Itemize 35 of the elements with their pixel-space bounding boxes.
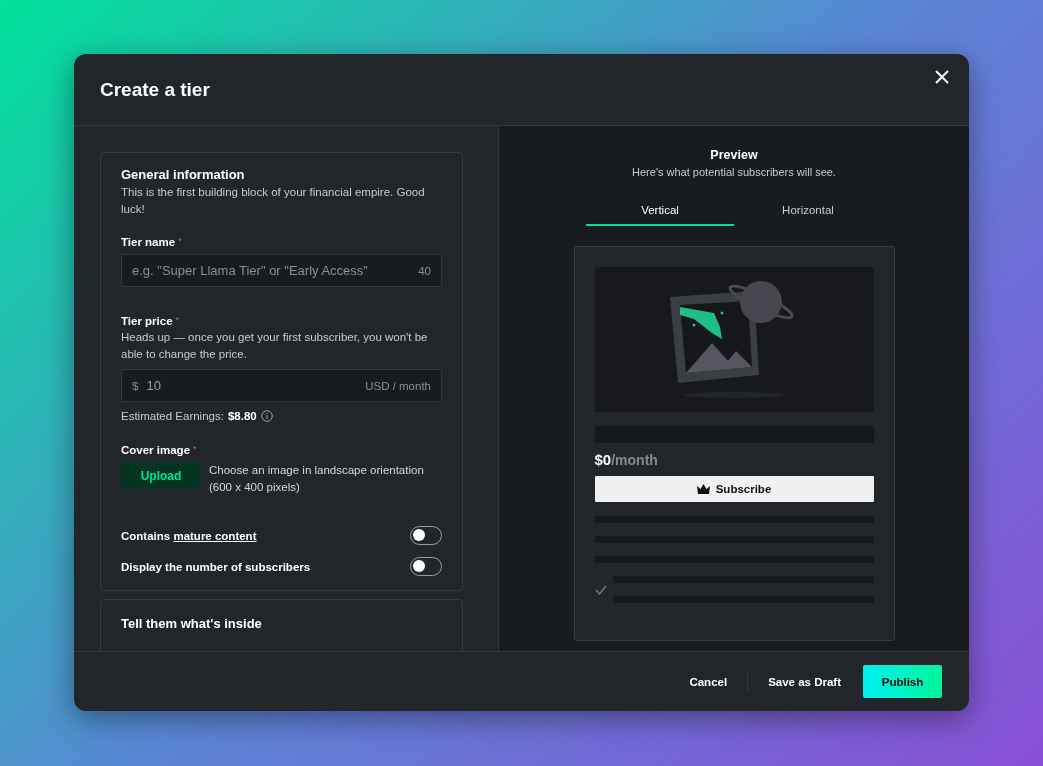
field-hint: Heads up — once you get your first subscriber, you won't be able to change the price. — [121, 330, 429, 362]
preview-subtitle: Here's what potential subscribers will see. — [632, 166, 836, 178]
crown-icon — [696, 484, 710, 494]
preview-title: Preview — [710, 148, 758, 162]
tier-name-input[interactable]: e.g. "Super Llama Tier" or "Early Access" — [132, 263, 411, 278]
check-icon — [594, 584, 607, 595]
dialog-title: Create a tier — [100, 78, 210, 101]
upload-button[interactable]: Upload — [121, 462, 201, 489]
character-counter: 40 — [418, 264, 431, 277]
tier-price-input[interactable]: 10 — [146, 378, 358, 393]
earnings-label: Estimated Earnings: — [121, 410, 224, 422]
layout-tab[interactable]: Vertical — [586, 196, 734, 226]
tier-price-field[interactable]: $ 10 USD / month — [121, 369, 442, 402]
publish-button[interactable]: Publish — [863, 665, 942, 698]
info-icon[interactable] — [260, 410, 273, 422]
cancel-button[interactable]: Cancel — [669, 667, 748, 696]
save-draft-button[interactable]: Save as Draft — [748, 667, 861, 696]
tier-name-field[interactable]: e.g. "Super Llama Tier" or "Early Access" 40 — [121, 254, 442, 287]
toggle-label: Display the number of subscribers — [121, 560, 311, 573]
section-title: Tell them what's inside — [121, 616, 263, 631]
section-description: This is the first building block of your financial empire. Good luck! — [121, 185, 426, 217]
currency-symbol: $ — [132, 379, 139, 392]
earnings-amount: $8.80 — [227, 410, 257, 422]
price-unit: USD / month — [365, 379, 431, 392]
subscribe-button[interactable]: Subscribe — [594, 476, 874, 502]
price-period: /month — [611, 452, 658, 468]
mature-content-link[interactable]: mature content — [173, 529, 257, 542]
toggle-label: Contains mature content — [121, 529, 257, 542]
field-label: Tier price * — [121, 315, 181, 327]
field-label: Tier name * — [121, 236, 183, 248]
section-title: General information — [121, 167, 246, 182]
upload-hint: Choose an image in landscape orientation (600 x 400 pixels) — [209, 463, 425, 495]
preview-price: $0 — [594, 451, 612, 468]
layout-tab[interactable]: Horizontal — [734, 196, 882, 226]
field-label: Cover image * — [121, 444, 198, 456]
